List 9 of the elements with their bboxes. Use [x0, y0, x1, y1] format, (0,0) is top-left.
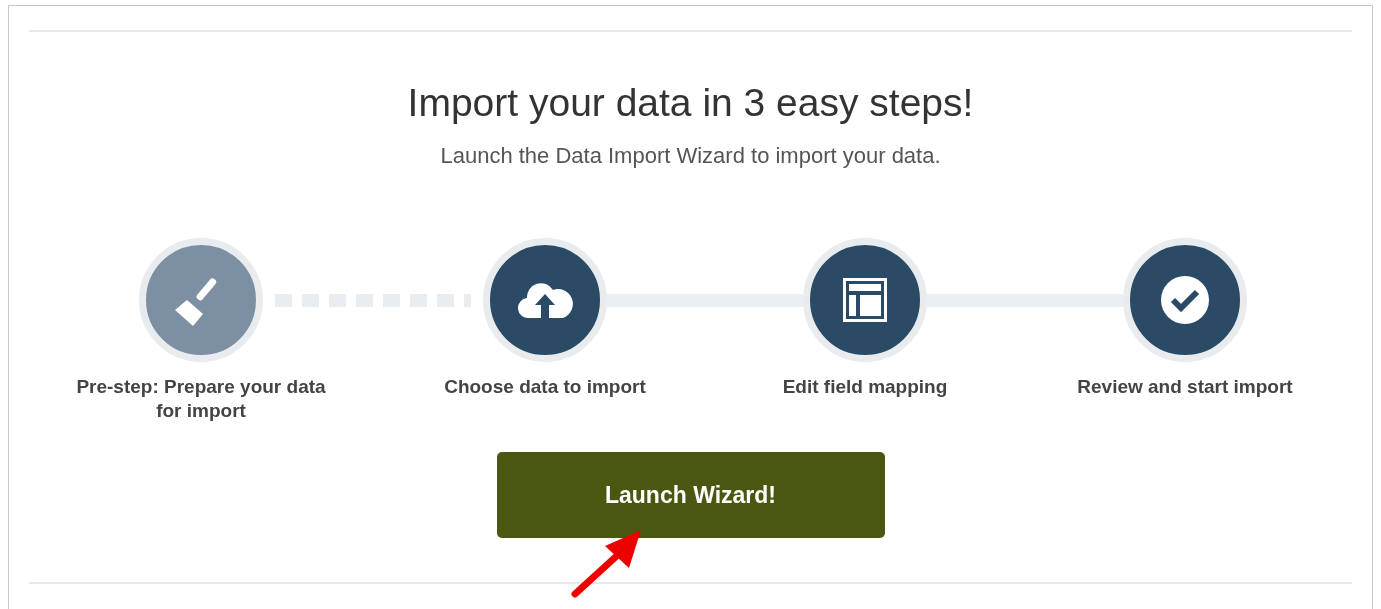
heading: Import your data in 3 easy steps! [406, 80, 975, 126]
step-label: Pre-step: Prepare your data for import [76, 374, 326, 424]
step-label: Choose data to import [443, 374, 647, 399]
launch-wizard-button[interactable]: Launch Wizard! [496, 452, 885, 539]
checkmark-icon [1160, 274, 1210, 325]
layout-icon [843, 277, 887, 322]
step-label: Edit field mapping [781, 374, 949, 399]
subheading: Launch the Data Import Wizard to import your data. [439, 141, 942, 170]
step-label: Review and start import [1076, 374, 1294, 399]
